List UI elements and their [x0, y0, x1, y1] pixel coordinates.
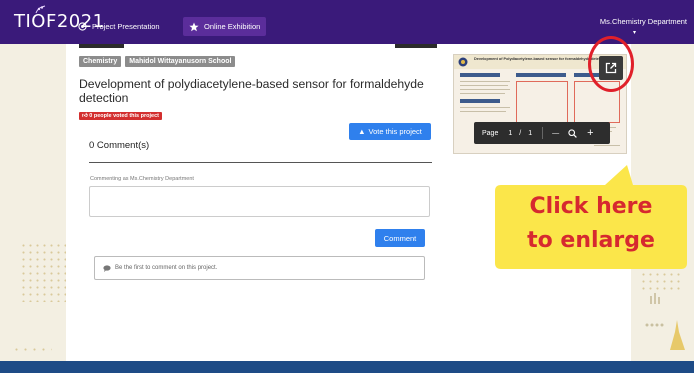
- poster-section-bar: [460, 73, 500, 77]
- highlight-circle: [588, 36, 634, 92]
- comments-heading: 0 Comment(s): [89, 140, 150, 151]
- poster-school-logo-icon: [458, 57, 468, 67]
- callout-text: Click here to enlarge: [495, 190, 687, 258]
- vote-count-text: 0 people voted this project: [89, 113, 159, 119]
- callout-line-1: Click here: [529, 194, 653, 219]
- vote-count-badge: 👍︎ 0 people voted this project: [79, 112, 162, 120]
- panel-tab-marker: [79, 44, 124, 48]
- nav-project-presentation[interactable]: Project Presentation: [72, 17, 166, 36]
- poster-text-line: [460, 111, 506, 112]
- background-dots-bottom: [12, 345, 52, 355]
- panel-tab-marker: [395, 44, 437, 48]
- poster-text-line: [460, 85, 508, 86]
- empty-comments-notice: Be the first to comment on this project.: [94, 256, 425, 280]
- school-tag: Mahidol Wittayanusorn School: [125, 56, 236, 67]
- footer-bar: [0, 361, 694, 373]
- decorative-temple-graphic: [645, 293, 685, 350]
- user-menu[interactable]: Ms.Chemistry Department: [600, 17, 687, 26]
- empty-comments-text: Be the first to comment on this project.: [115, 265, 218, 271]
- poster-text-line: [460, 107, 510, 108]
- poster-section-bar: [460, 99, 500, 103]
- poster-section-bar: [516, 73, 566, 77]
- page-separator: /: [519, 129, 522, 137]
- poster-text-line: [460, 89, 510, 90]
- total-pages: 1: [528, 129, 533, 137]
- nav-project-presentation-label: Project Presentation: [92, 22, 160, 31]
- commenting-as-label: Commenting as Ms.Chemistry Department: [90, 176, 194, 182]
- comment-bubble-icon: [103, 264, 111, 272]
- page-label: Page: [482, 129, 499, 137]
- logo-sprig-icon: [35, 5, 46, 14]
- callout-line-2: to enlarge: [527, 228, 655, 253]
- top-navbar: TIOF2021 Project Presentation Online Exh…: [0, 0, 694, 44]
- comment-input[interactable]: [89, 186, 430, 217]
- nav-online-exhibition[interactable]: Online Exhibition: [183, 17, 267, 36]
- current-page-number[interactable]: 1: [508, 130, 512, 137]
- play-circle-icon: [78, 22, 87, 31]
- pdf-page-toolbar: Page 1 / 1 — +: [474, 122, 610, 144]
- vote-button-label: Vote this project: [368, 127, 422, 136]
- toolbar-divider: [542, 127, 544, 139]
- star-icon: [189, 22, 199, 31]
- category-tag: Chemistry: [79, 56, 122, 67]
- comment-submit-button[interactable]: Comment: [375, 229, 425, 247]
- thumbs-up-icon: ▲: [358, 127, 366, 136]
- thumbs-up-icon: 👍︎: [82, 113, 88, 119]
- project-title: Development of polydiacetylene-based sen…: [79, 77, 424, 105]
- nav-online-exhibition-label: Online Exhibition: [204, 22, 261, 31]
- poster-text-line: [460, 93, 505, 94]
- poster-figure: [516, 81, 568, 123]
- zoom-out-button[interactable]: —: [552, 130, 559, 137]
- poster-text-line: [460, 81, 510, 82]
- project-tags: Chemistry Mahidol Wittayanusorn School: [79, 56, 236, 67]
- comments-divider: [89, 162, 432, 163]
- vote-button[interactable]: ▲ Vote this project: [349, 123, 431, 140]
- zoom-in-icon[interactable]: [568, 128, 577, 138]
- poster-text-line: [594, 145, 620, 146]
- user-menu-caret-icon[interactable]: ▾: [633, 29, 636, 36]
- zoom-plus-button[interactable]: +: [587, 127, 593, 139]
